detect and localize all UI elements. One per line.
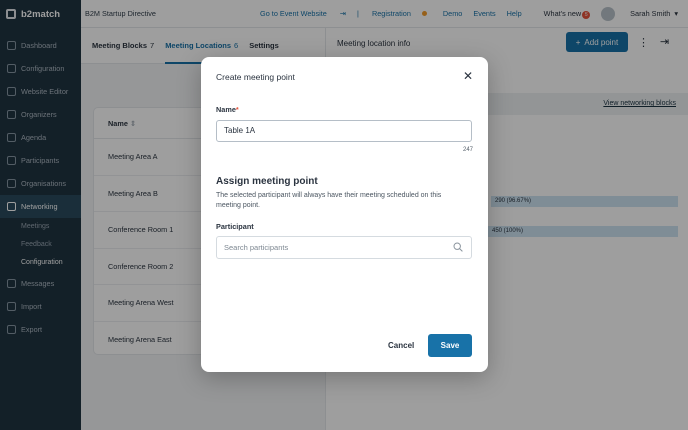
dialog-title: Create meeting point <box>216 72 295 82</box>
save-button[interactable]: Save <box>428 334 472 357</box>
char-counter: 247 <box>462 147 473 153</box>
name-label: Name* <box>216 105 239 114</box>
participant-label: Participant <box>216 222 254 231</box>
name-field[interactable]: Table 1A <box>216 120 472 142</box>
create-meeting-point-dialog: Create meeting point ✕ Name* Table 1A 24… <box>201 57 488 372</box>
close-icon[interactable]: ✕ <box>463 69 473 83</box>
participant-search-input[interactable]: Search participants <box>216 236 472 259</box>
search-icon <box>453 242 463 252</box>
assign-section-title: Assign meeting point <box>216 176 318 187</box>
cancel-button[interactable]: Cancel <box>388 341 414 350</box>
assign-description: The selected participant will always hav… <box>216 192 442 209</box>
